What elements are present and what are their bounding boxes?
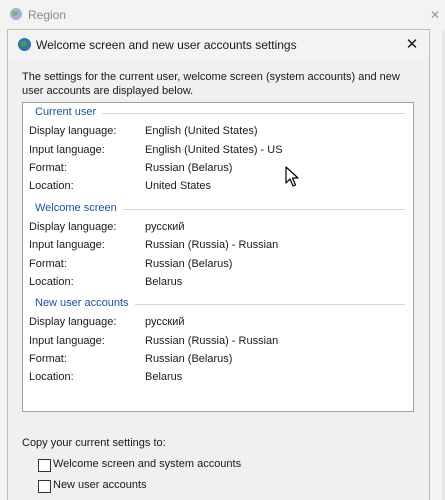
row-value: English (United States) - US: [145, 144, 283, 156]
section-header-current-user: Current user: [35, 106, 103, 118]
row-label: Input language:: [29, 335, 105, 347]
new-user-accounts-checkbox[interactable]: [38, 480, 51, 493]
settings-summary-panel: Current user Display language: English (…: [22, 102, 414, 412]
settings-dialog: Welcome screen and new user accounts set…: [7, 29, 430, 500]
dialog-titlebar[interactable]: Welcome screen and new user accounts set…: [8, 30, 429, 59]
welcome-screen-checkbox-label[interactable]: Welcome screen and system accounts: [53, 458, 241, 470]
row-value: Russian (Belarus): [145, 353, 233, 365]
row-value: русский: [145, 221, 185, 233]
parent-titlebar: Region ✕: [0, 0, 445, 30]
parent-window-title: Region: [28, 8, 67, 22]
globe-icon: [18, 38, 31, 51]
dialog-title: Welcome screen and new user accounts set…: [36, 38, 297, 52]
row-value: Russian (Russia) - Russian: [145, 335, 279, 347]
row-label: Input language:: [29, 239, 105, 251]
new-user-accounts-checkbox-label[interactable]: New user accounts: [53, 479, 147, 491]
row-value: United States: [145, 180, 212, 192]
row-label: Display language:: [29, 221, 117, 233]
row-label: Format:: [29, 353, 67, 365]
row-label: Format:: [29, 162, 67, 174]
mouse-cursor-icon: [285, 166, 299, 187]
row-label: Display language:: [29, 125, 117, 137]
row-value: English (United States): [145, 125, 258, 137]
row-value: Russian (Russia) - Russian: [145, 239, 279, 251]
section-header-new-user-accounts: New user accounts: [35, 297, 135, 309]
row-value: русский: [145, 316, 185, 328]
row-label: Display language:: [29, 316, 117, 328]
copy-settings-label: Copy your current settings to:: [22, 437, 166, 449]
dialog-description: The settings for the current user, welco…: [22, 71, 400, 97]
row-value: Russian (Belarus): [145, 162, 233, 174]
parent-close-icon[interactable]: ✕: [425, 0, 445, 30]
row-label: Input language:: [29, 144, 105, 156]
row-label: Location:: [29, 276, 74, 288]
row-value: Belarus: [145, 276, 183, 288]
row-label: Format:: [29, 258, 67, 270]
row-value: Belarus: [145, 371, 183, 383]
row-label: Location:: [29, 180, 74, 192]
section-header-welcome-screen: Welcome screen: [35, 202, 123, 214]
row-label: Location:: [29, 371, 74, 383]
close-icon[interactable]: ✕: [401, 34, 423, 56]
row-value: Russian (Belarus): [145, 258, 233, 270]
welcome-screen-checkbox[interactable]: [38, 459, 51, 472]
globe-icon: [10, 8, 22, 20]
